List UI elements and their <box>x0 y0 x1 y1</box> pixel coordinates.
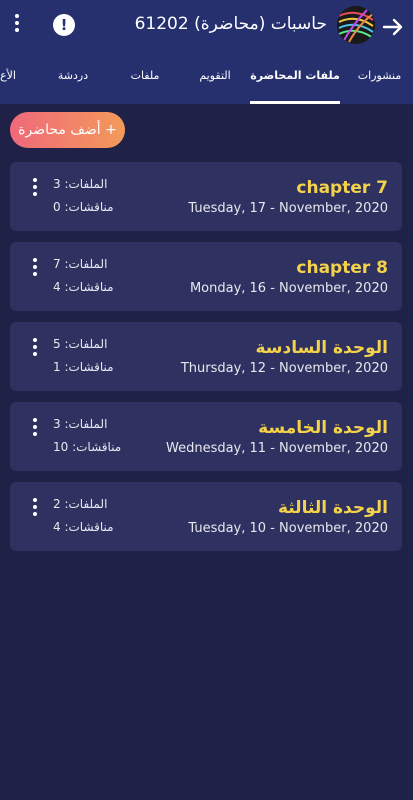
lecture-card[interactable]: الوحدة السادسة Thursday, 12 - November, … <box>10 322 402 391</box>
tab-lecture-files[interactable]: ملفات المحاضرة <box>250 56 340 104</box>
lecture-card[interactable]: chapter 7 Tuesday, 17 - November, 2020 ا… <box>10 162 402 231</box>
tab-members[interactable]: الأع <box>0 56 16 104</box>
lecture-file-count: الملفات: 5 <box>53 337 108 351</box>
lecture-title: الوحدة السادسة <box>255 338 388 358</box>
lecture-title: الوحدة الثالثة <box>277 498 388 518</box>
add-lecture-button[interactable]: + أضف محاضرة <box>10 112 125 148</box>
card-more-icon[interactable] <box>30 178 40 200</box>
lecture-date: Wednesday, 11 - November, 2020 <box>165 441 388 456</box>
back-arrow-icon[interactable] <box>381 14 405 40</box>
lecture-file-count: الملفات: 7 <box>53 257 108 271</box>
course-title: حاسبات (محاضرة) 61202 <box>134 14 327 34</box>
lecture-file-count: الملفات: 3 <box>53 417 108 431</box>
tab-files[interactable]: ملفات <box>110 56 180 104</box>
lecture-file-count: الملفات: 2 <box>53 497 108 511</box>
lecture-discussion-count: مناقشات: 1 <box>53 360 114 374</box>
lecture-discussion-count: مناقشات: 0 <box>53 200 114 214</box>
active-tab-indicator <box>250 101 340 104</box>
lecture-title: chapter 7 <box>296 178 388 198</box>
tab-calendar[interactable]: التقويم <box>180 56 250 104</box>
lecture-discussion-count: مناقشات: 10 <box>53 440 122 454</box>
lecture-title: chapter 8 <box>296 258 388 278</box>
tab-chat[interactable]: دردشة <box>38 56 108 104</box>
tab-bar: منشورات ملفات المحاضرة التقويم ملفات درد… <box>0 56 413 104</box>
tab-posts[interactable]: منشورات <box>346 56 413 104</box>
lecture-date: Thursday, 12 - November, 2020 <box>180 361 388 376</box>
card-more-icon[interactable] <box>30 418 40 440</box>
lecture-date: Tuesday, 10 - November, 2020 <box>188 521 388 536</box>
alert-icon[interactable]: ! <box>53 14 75 36</box>
lecture-file-count: الملفات: 3 <box>53 177 108 191</box>
course-avatar[interactable] <box>337 6 375 44</box>
lecture-discussion-count: مناقشات: 4 <box>53 520 114 534</box>
lecture-discussion-count: مناقشات: 4 <box>53 280 114 294</box>
card-more-icon[interactable] <box>30 258 40 280</box>
lecture-date: Tuesday, 17 - November, 2020 <box>188 201 388 216</box>
card-more-icon[interactable] <box>30 338 40 360</box>
app-header: حاسبات (محاضرة) 61202 ! <box>0 0 413 56</box>
lecture-card[interactable]: الوحدة الخامسة Wednesday, 11 - November,… <box>10 402 402 471</box>
more-vertical-icon[interactable] <box>12 14 22 38</box>
card-more-icon[interactable] <box>30 498 40 520</box>
lecture-date: Monday, 16 - November, 2020 <box>189 281 388 296</box>
lecture-card[interactable]: chapter 8 Monday, 16 - November, 2020 ال… <box>10 242 402 311</box>
lecture-title: الوحدة الخامسة <box>258 418 388 438</box>
lecture-card[interactable]: الوحدة الثالثة Tuesday, 10 - November, 2… <box>10 482 402 551</box>
